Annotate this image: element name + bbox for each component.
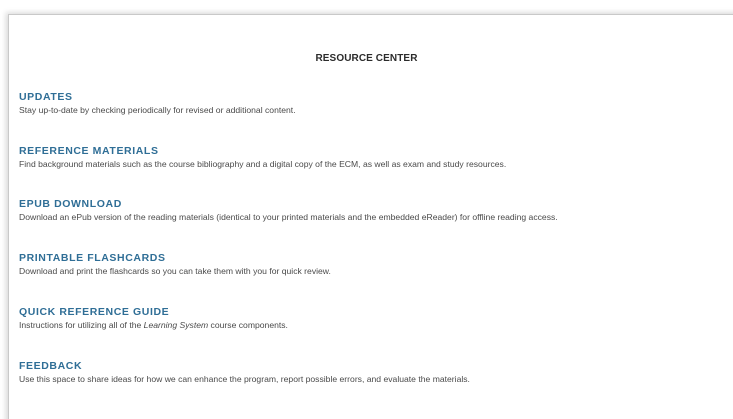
section-reference-materials: REFERENCE MATERIALS Find background mate… [19, 145, 724, 170]
section-updates: UPDATES Stay up-to-date by checking peri… [19, 91, 724, 116]
updates-description: Stay up-to-date by checking periodically… [19, 105, 296, 115]
epub-download-link[interactable]: EPUB DOWNLOAD [19, 198, 724, 210]
reference-materials-link[interactable]: REFERENCE MATERIALS [19, 145, 724, 157]
reference-materials-description: Find background materials such as the co… [19, 159, 507, 169]
section-printable-flashcards: PRINTABLE FLASHCARDS Download and print … [19, 252, 724, 277]
section-epub-download: EPUB DOWNLOAD Download an ePub version o… [19, 198, 724, 223]
quick-reference-guide-link[interactable]: QUICK REFERENCE GUIDE [19, 306, 724, 318]
learning-system-emphasis: Learning System [143, 320, 209, 330]
printable-flashcards-description: Download and print the flashcards so you… [19, 266, 331, 276]
feedback-description: Use this space to share ideas for how we… [19, 374, 470, 384]
feedback-link[interactable]: FEEDBACK [19, 360, 724, 372]
section-quick-reference-guide: QUICK REFERENCE GUIDE Instructions for u… [19, 306, 724, 331]
quick-reference-guide-description-end: course components. [208, 320, 288, 330]
quick-reference-guide-description-start: Instructions for utilizing all of the [19, 320, 144, 330]
section-feedback: FEEDBACK Use this space to share ideas f… [19, 360, 724, 385]
quick-reference-guide-description: Instructions for utilizing all of the Le… [19, 320, 724, 331]
epub-download-description: Download an ePub version of the reading … [19, 212, 558, 222]
printable-flashcards-link[interactable]: PRINTABLE FLASHCARDS [19, 252, 724, 264]
page-title: RESOURCE CENTER [315, 53, 418, 64]
updates-link[interactable]: UPDATES [19, 91, 724, 103]
